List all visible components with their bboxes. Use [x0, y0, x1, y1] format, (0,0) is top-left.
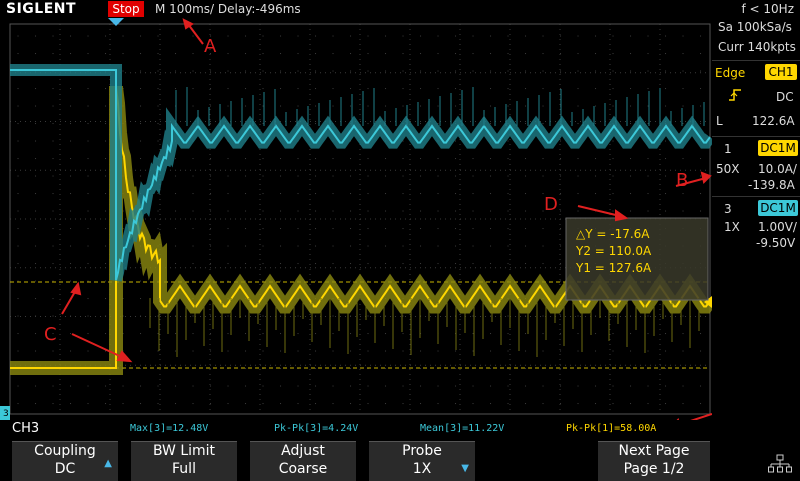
ch1-scale: 10.0A/: [758, 162, 797, 176]
run-stop-status[interactable]: Stop: [108, 1, 144, 17]
coupling-softkey[interactable]: Coupling DC ▲: [12, 441, 118, 481]
measure-mean-ch3: Mean[3]=11.22V: [420, 423, 505, 434]
bw-limit-softkey[interactable]: BW Limit Full: [131, 441, 237, 481]
rising-edge-icon: [728, 88, 742, 105]
timebase-readout[interactable]: M 100ms/ Delay:-496ms: [155, 2, 301, 16]
brand-logo: SIGLENT: [6, 1, 77, 17]
up-arrow-icon: ▲: [104, 458, 112, 469]
ch1-coupling-badge: DC1M: [758, 140, 798, 156]
sidebar-divider: [712, 196, 800, 197]
next-page-softkey[interactable]: Next Page Page 1/2: [598, 441, 710, 481]
softkey-label: Next Page: [618, 443, 690, 459]
down-arrow-icon: ▼: [461, 463, 469, 474]
softkey-value: 1X: [412, 461, 432, 477]
waveform-display[interactable]: 3 △Y = -17.6A Y2 = 110.0A Y1 = 127.6A: [0, 18, 712, 420]
ch3-number: 3: [724, 202, 732, 216]
trigger-delay: Delay:-496ms: [217, 2, 301, 16]
probe-softkey[interactable]: Probe 1X ▼: [369, 441, 475, 481]
cursor-y1: Y1 = 127.6A: [575, 261, 652, 275]
annotation-label-b: B: [676, 170, 689, 191]
adjust-softkey[interactable]: Adjust Coarse: [250, 441, 356, 481]
ch1-probe: 50X: [716, 162, 740, 176]
cursor-delta-y: △Y = -17.6A: [576, 227, 650, 241]
empty-softkey[interactable]: [488, 441, 594, 480]
measure-max-ch3: Max[3]=12.48V: [130, 423, 209, 434]
trigger-level-prefix: L: [716, 114, 723, 128]
ch1-number: 1: [724, 142, 732, 156]
right-info-panel: Sa 100kSa/s Curr 140kpts Edge CH1 DC L 1…: [712, 18, 800, 420]
network-icon: [768, 454, 792, 473]
top-status-bar: SIGLENT Stop M 100ms/ Delay:-496ms f < 1…: [0, 0, 800, 18]
memory-depth: Curr 140kpts: [718, 40, 796, 54]
trigger-source-badge: CH1: [765, 64, 797, 80]
timebase-scale: M 100ms/: [155, 2, 215, 16]
measure-pkpk-ch3: Pk-Pk[3]=4.24V: [274, 423, 359, 434]
softkey-value: Coarse: [278, 461, 328, 477]
softkey-label: Probe: [402, 443, 442, 459]
sample-rate: Sa 100kSa/s: [718, 20, 792, 34]
ch3-probe: 1X: [724, 220, 740, 234]
annotation-label-a: A: [204, 36, 217, 57]
ch3-scale: 1.00V/: [758, 220, 797, 234]
annotation-label-d: D: [544, 194, 558, 215]
ch3-coupling-badge: DC1M: [758, 200, 798, 216]
cursor-y2: Y2 = 110.0A: [575, 244, 652, 258]
sidebar-divider: [712, 60, 800, 61]
measurement-bar: CH3 Max[3]=12.48V Pk-Pk[3]=4.24V Mean[3]…: [0, 420, 800, 438]
softkey-label: Coupling: [34, 443, 96, 459]
trigger-level: 122.6A: [752, 114, 795, 128]
softkey-label: Adjust: [281, 443, 325, 459]
softkey-value: Full: [172, 461, 196, 477]
softkey-value: DC: [54, 461, 76, 477]
trigger-type: Edge: [715, 66, 746, 80]
measure-pkpk-ch1: Pk-Pk[1]=58.00A: [566, 423, 657, 434]
softkey-value: Page 1/2: [623, 461, 685, 477]
ch1-offset: -139.8A: [748, 178, 795, 192]
ch3-marker-label: 3: [3, 409, 9, 419]
softkey-menu: Coupling DC ▲ BW Limit Full Adjust Coars…: [0, 438, 800, 481]
trigger-coupling: DC: [776, 90, 794, 104]
softkey-label: BW Limit: [152, 443, 216, 459]
active-channel-label: CH3: [12, 421, 40, 436]
frequency-readout: f < 10Hz: [741, 2, 795, 16]
sidebar-divider: [712, 136, 800, 137]
ch3-offset: -9.50V: [756, 236, 796, 250]
annotation-label-c: C: [44, 324, 57, 345]
